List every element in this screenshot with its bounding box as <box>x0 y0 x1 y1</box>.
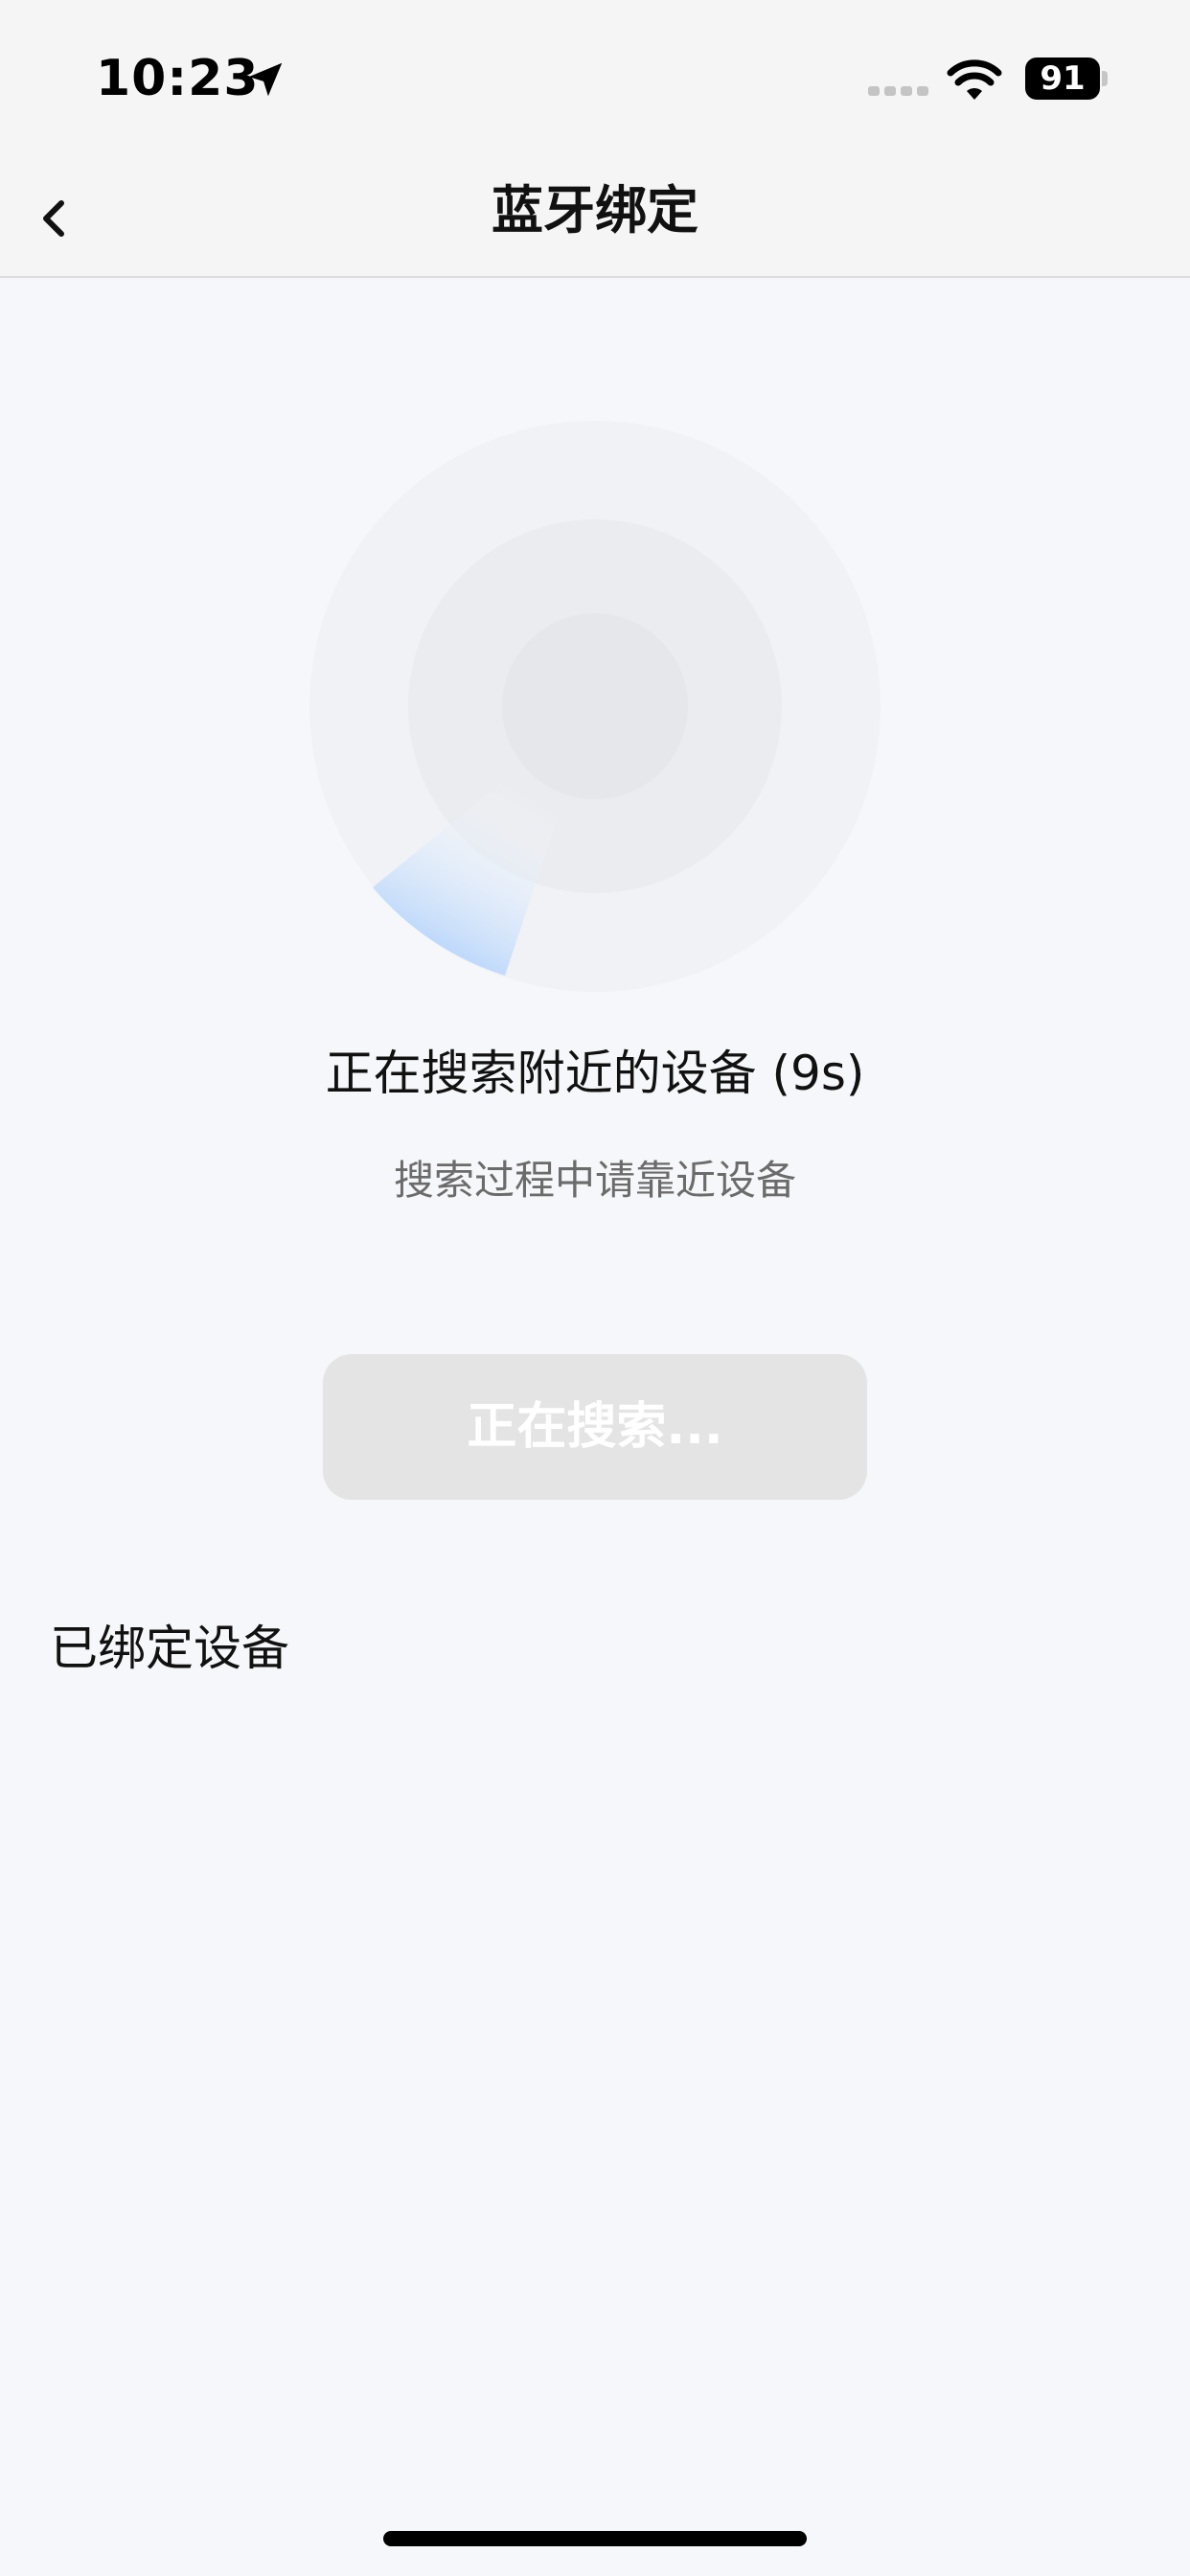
signal-icon <box>868 86 928 96</box>
status-bar: 10:23 91 <box>0 0 1190 163</box>
chevron-left-icon[interactable] <box>21 184 98 261</box>
battery-cap <box>1102 71 1108 86</box>
page-title: 蓝牙绑定 <box>492 180 698 241</box>
search-status-text: 正在搜索附近的设备 (9s) <box>325 1046 865 1101</box>
nav-bar: 蓝牙绑定 <box>0 163 1190 278</box>
home-indicator[interactable] <box>383 2531 807 2546</box>
battery-icon: 91 <box>1025 58 1108 100</box>
location-arrow-icon <box>248 62 283 97</box>
battery-level: 91 <box>1025 58 1100 100</box>
wifi-icon <box>947 59 1002 100</box>
status-time: 10:23 <box>96 50 260 107</box>
search-hint-text: 搜索过程中请靠近设备 <box>393 1157 796 1204</box>
radar-scanner <box>309 421 881 992</box>
searching-button[interactable]: 正在搜索... <box>323 1354 867 1500</box>
bound-devices-title: 已绑定设备 <box>50 1621 289 1676</box>
